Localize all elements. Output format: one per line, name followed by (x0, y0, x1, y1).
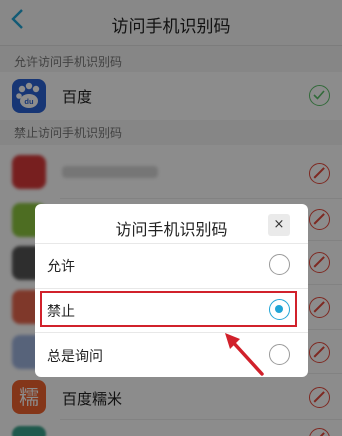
radio-icon[interactable] (269, 254, 290, 275)
option-always-ask[interactable]: 总是询问 (35, 334, 308, 376)
option-label: 总是询问 (47, 349, 103, 365)
radio-icon[interactable] (269, 344, 290, 365)
close-button[interactable]: × (268, 214, 290, 236)
annotation-highlight-box (40, 291, 297, 327)
annotation-arrow-icon (225, 333, 264, 376)
option-allow[interactable]: 允许 (35, 244, 308, 286)
option-label: 允许 (47, 259, 75, 275)
